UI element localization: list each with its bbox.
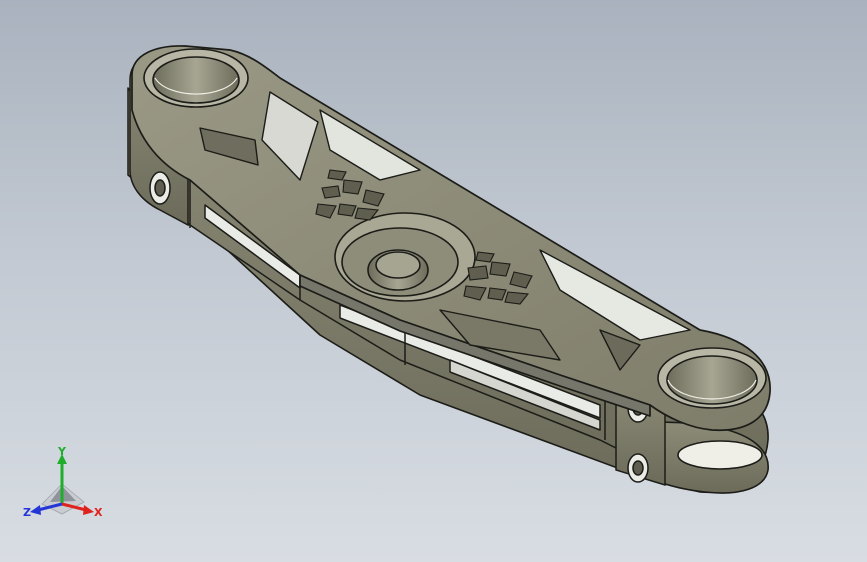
triad-y-label: Y (57, 446, 67, 458)
left-fork-bore (143, 48, 249, 108)
x-axis-arrow-icon (83, 505, 94, 515)
z-axis-arrow-icon (30, 505, 41, 515)
triad-z-label: Z (23, 506, 31, 519)
center-stem-boss (334, 212, 476, 302)
right-fork-bore (657, 347, 767, 409)
view-orientation-triad[interactable]: Y X Z (22, 445, 108, 526)
cad-model-triple-clamp[interactable] (0, 0, 867, 562)
graphics-viewport[interactable]: Y X Z (0, 0, 867, 562)
triad-x-label: X (94, 506, 103, 519)
